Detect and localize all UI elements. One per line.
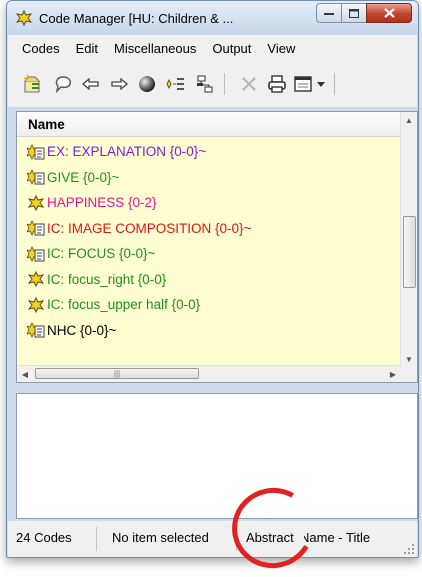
forward-icon xyxy=(111,77,128,91)
list-item[interactable]: IC: focus_right {0-0} xyxy=(17,267,401,293)
minimize-button[interactable] xyxy=(316,3,342,23)
delete-button[interactable] xyxy=(238,73,260,95)
new-code-icon xyxy=(23,74,40,93)
window-title: Code Manager [HU: Children & ... xyxy=(39,11,234,26)
commented-code-icon xyxy=(27,143,45,160)
commented-code-icon xyxy=(27,245,45,262)
print-icon xyxy=(268,75,286,93)
menu-bar: Codes Edit Miscellaneous Output View xyxy=(8,35,417,61)
close-icon xyxy=(383,8,395,18)
code-label: GIVE {0-0}~ xyxy=(47,169,120,185)
forward-button[interactable] xyxy=(108,73,130,95)
commented-code-icon xyxy=(27,169,45,186)
code-label: IC: FOCUS {0-0}~ xyxy=(47,246,156,262)
title-bar[interactable]: Code Manager [HU: Children & ... xyxy=(7,1,418,35)
split-code-button[interactable] xyxy=(164,73,186,95)
scroll-up-icon[interactable]: ▲ xyxy=(401,112,417,128)
network-icon xyxy=(197,75,213,93)
menu-miscellaneous[interactable]: Miscellaneous xyxy=(106,41,204,56)
scroll-right-icon[interactable]: ▶ xyxy=(385,366,401,382)
selection-status: No item selected xyxy=(112,530,209,545)
code-manager-icon xyxy=(15,10,33,26)
view-options-button[interactable] xyxy=(292,73,314,95)
split-code-icon xyxy=(166,78,184,90)
view-options-icon xyxy=(294,76,312,92)
resize-grip-icon[interactable] xyxy=(403,543,415,555)
minimize-icon xyxy=(324,13,334,15)
color-button[interactable] xyxy=(136,73,158,95)
vertical-scroll-thumb[interactable] xyxy=(403,216,416,288)
scroll-down-icon[interactable]: ▼ xyxy=(401,351,417,367)
scroll-left-icon[interactable]: ◀ xyxy=(17,366,33,382)
list-item[interactable]: EX: EXPLANATION {0-0}~ xyxy=(17,139,401,165)
status-bar: 24 Codes No item selected Abstract Name … xyxy=(8,521,417,557)
code-icon xyxy=(27,194,45,211)
code-list[interactable]: Name EX: EXPLANATION {0-0}~ GIVE {0-0}~ HA… xyxy=(16,111,418,383)
list-item[interactable]: IC: IMAGE COMPOSITION {0-0}~ xyxy=(17,216,401,242)
maximize-button[interactable] xyxy=(341,3,367,23)
commented-code-icon xyxy=(27,220,45,237)
sort-status: Name - Title xyxy=(304,530,371,545)
code-manager-window: Code Manager [HU: Children & ... Codes E… xyxy=(6,0,419,558)
code-label: IC: focus_upper half {0-0} xyxy=(47,297,201,313)
menu-view[interactable]: View xyxy=(259,41,303,56)
network-button[interactable] xyxy=(194,73,216,95)
list-item[interactable]: GIVE {0-0}~ xyxy=(17,165,401,191)
back-icon xyxy=(82,77,99,91)
code-label: IC: IMAGE COMPOSITION {0-0}~ xyxy=(47,220,252,236)
code-label: EX: EXPLANATION {0-0}~ xyxy=(47,144,207,160)
delete-icon xyxy=(242,77,256,91)
code-icon xyxy=(27,296,45,313)
back-button[interactable] xyxy=(80,73,102,95)
horizontal-scrollbar[interactable]: ◀ ||| ▶ xyxy=(17,365,401,382)
commented-code-icon xyxy=(27,322,45,339)
print-button[interactable] xyxy=(266,73,288,95)
view-options-dropdown[interactable] xyxy=(314,73,328,95)
toolbar xyxy=(8,61,417,108)
close-button[interactable] xyxy=(366,3,412,23)
menu-output[interactable]: Output xyxy=(204,41,259,56)
menu-codes[interactable]: Codes xyxy=(8,41,68,56)
maximize-icon xyxy=(349,8,359,18)
code-label: HAPPINESS {0-2} xyxy=(47,195,157,211)
horizontal-scroll-thumb[interactable]: ||| xyxy=(35,368,199,379)
color-icon xyxy=(139,76,155,92)
toolbar-separator xyxy=(334,73,335,95)
column-header-name[interactable]: Name xyxy=(17,112,401,137)
comment-pane[interactable] xyxy=(16,393,418,519)
comment-icon xyxy=(55,76,71,94)
dropdown-arrow-icon xyxy=(317,81,325,87)
list-item[interactable]: IC: FOCUS {0-0}~ xyxy=(17,241,401,267)
list-item[interactable]: IC: focus_upper half {0-0} xyxy=(17,292,401,318)
list-item[interactable]: NHC {0-0}~ xyxy=(17,318,401,344)
code-label: NHC {0-0}~ xyxy=(47,322,117,338)
code-icon xyxy=(27,271,45,288)
menu-edit[interactable]: Edit xyxy=(68,41,106,56)
vertical-scrollbar[interactable]: ▲ ▼ xyxy=(400,112,417,367)
list-item[interactable]: HAPPINESS {0-2} xyxy=(17,190,401,216)
toolbar-separator xyxy=(224,73,225,95)
new-code-button[interactable] xyxy=(22,73,44,95)
code-label: IC: focus_right {0-0} xyxy=(47,271,167,287)
status-separator xyxy=(96,527,97,551)
comment-button[interactable] xyxy=(52,73,74,95)
code-count: 24 Codes xyxy=(16,530,72,545)
scroll-corner xyxy=(401,366,417,382)
